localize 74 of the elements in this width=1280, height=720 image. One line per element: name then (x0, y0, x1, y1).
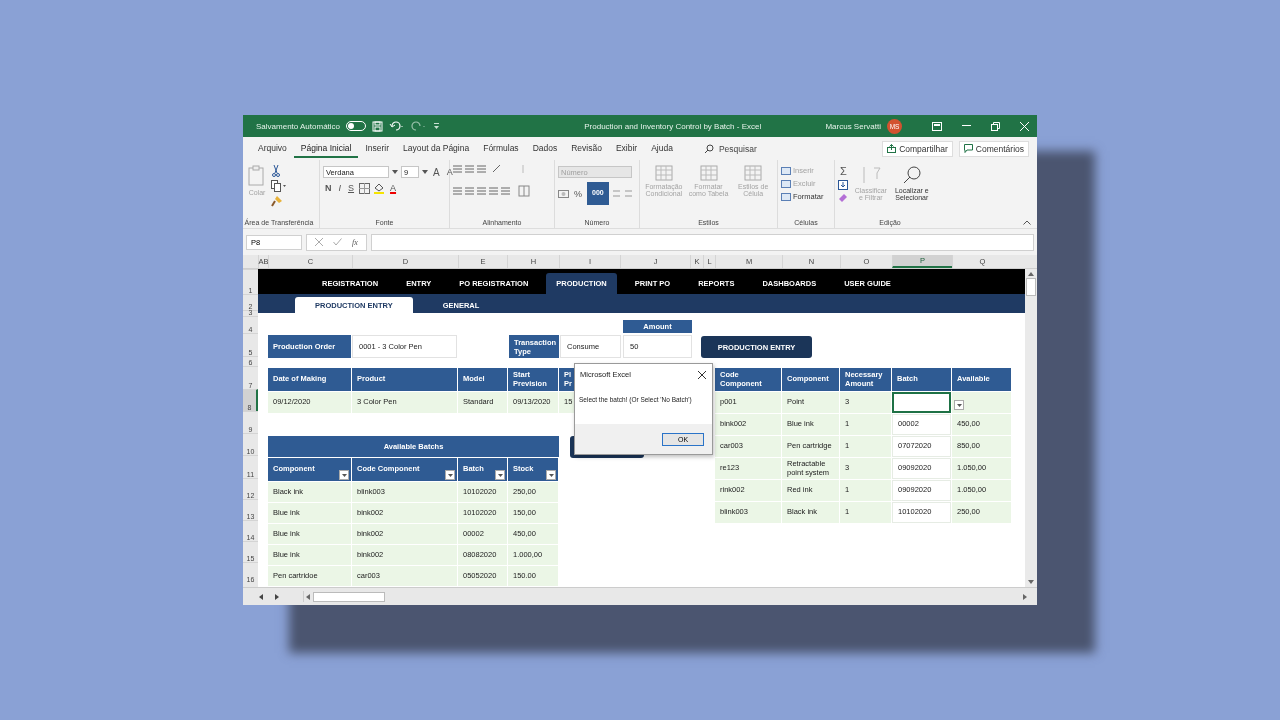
insert-function-button[interactable]: fx (352, 237, 358, 247)
scroll-right-icon[interactable] (1023, 593, 1027, 600)
search-field[interactable]: Pesquisar (703, 143, 757, 154)
close-icon[interactable] (698, 370, 706, 379)
caret-icon (447, 473, 453, 477)
eraser-icon[interactable] (838, 193, 848, 203)
caret-icon (548, 473, 554, 477)
grow-font-button[interactable]: A (431, 166, 442, 178)
cell-dropdown-button[interactable] (954, 400, 964, 410)
table-cell[interactable] (892, 392, 951, 413)
fill-icon[interactable] (838, 180, 848, 190)
scroll-down-icon[interactable] (1028, 580, 1034, 584)
caret-icon (497, 473, 503, 477)
copy-icon[interactable] (271, 180, 287, 192)
window-title: Production and Inventory Control by Batch - Excel (583, 121, 763, 131)
customize-icon[interactable] (433, 122, 441, 130)
previous-sheet-icon[interactable] (259, 593, 263, 600)
shrink-font-button[interactable]: A (444, 167, 455, 177)
filter-button[interactable] (445, 470, 455, 480)
user-name: Marcus Servatti (825, 121, 881, 131)
menu-tab[interactable]: Ajuda (644, 139, 680, 158)
save-icon[interactable] (372, 120, 384, 132)
filter-button[interactable] (339, 470, 349, 480)
menu-tab[interactable]: Inserir (358, 139, 396, 158)
clipboard-icon (247, 165, 267, 187)
menu-tab[interactable]: Fórmulas (476, 139, 526, 158)
table-cell (952, 392, 1011, 413)
scroll-thumb[interactable] (1026, 278, 1036, 296)
format-painter-icon[interactable] (271, 195, 283, 207)
fill-color-icon[interactable] (373, 182, 386, 194)
font-color-button[interactable]: A (388, 183, 399, 193)
scroll-thumb[interactable] (313, 591, 385, 602)
scissors-icon[interactable] (271, 165, 281, 177)
comments-button[interactable]: Comentários (958, 140, 1029, 157)
menu-tab[interactable]: Exibir (608, 139, 645, 158)
scroll-left-icon[interactable] (306, 593, 310, 600)
table-grid-icon (744, 165, 763, 181)
scroll-up-icon[interactable] (1028, 272, 1034, 276)
menu-tab[interactable]: Dados (525, 139, 565, 158)
comment-icon (963, 144, 973, 153)
vertical-scrollbar[interactable] (1025, 269, 1037, 587)
caret-icon[interactable] (422, 170, 428, 174)
italic-button[interactable]: I (336, 183, 343, 193)
share-icon (887, 144, 897, 153)
caret-icon[interactable] (392, 170, 398, 174)
search-icon (703, 143, 714, 154)
search-icon (901, 165, 922, 185)
autosave-label: Salvamento Automático (256, 121, 341, 131)
undo-icon[interactable] (389, 120, 406, 132)
currency-icon[interactable] (558, 189, 569, 199)
minimize-icon[interactable] (962, 125, 971, 127)
table-grid-icon (699, 165, 718, 181)
next-sheet-icon[interactable] (275, 593, 279, 600)
caret-icon (341, 473, 347, 477)
filter-button[interactable] (495, 470, 505, 480)
redo-icon[interactable] (411, 120, 428, 132)
menu-tab[interactable]: Página Inicial (293, 139, 359, 158)
menu-tab[interactable]: Arquivo (251, 139, 294, 158)
ribbon-display-icon[interactable] (932, 121, 942, 131)
share-button[interactable]: Compartilhar (882, 140, 953, 157)
formula-field[interactable] (370, 233, 1034, 251)
filter-button[interactable] (546, 470, 556, 480)
percent-button[interactable]: % (572, 189, 584, 199)
caret-icon (956, 403, 962, 407)
table-grid-icon (654, 165, 673, 181)
menu-tab[interactable]: Layout da Página (396, 139, 477, 158)
menu-tab[interactable]: Revisão (564, 139, 609, 158)
borders-icon[interactable] (359, 182, 371, 194)
collapse-ribbon-icon[interactable] (1023, 220, 1031, 225)
underline-button[interactable]: S (346, 183, 357, 193)
bold-button[interactable]: N (323, 183, 334, 193)
restore-icon[interactable] (991, 121, 1000, 131)
autosum-button[interactable]: Σ (838, 165, 849, 177)
sort-filter-icon (860, 165, 881, 185)
